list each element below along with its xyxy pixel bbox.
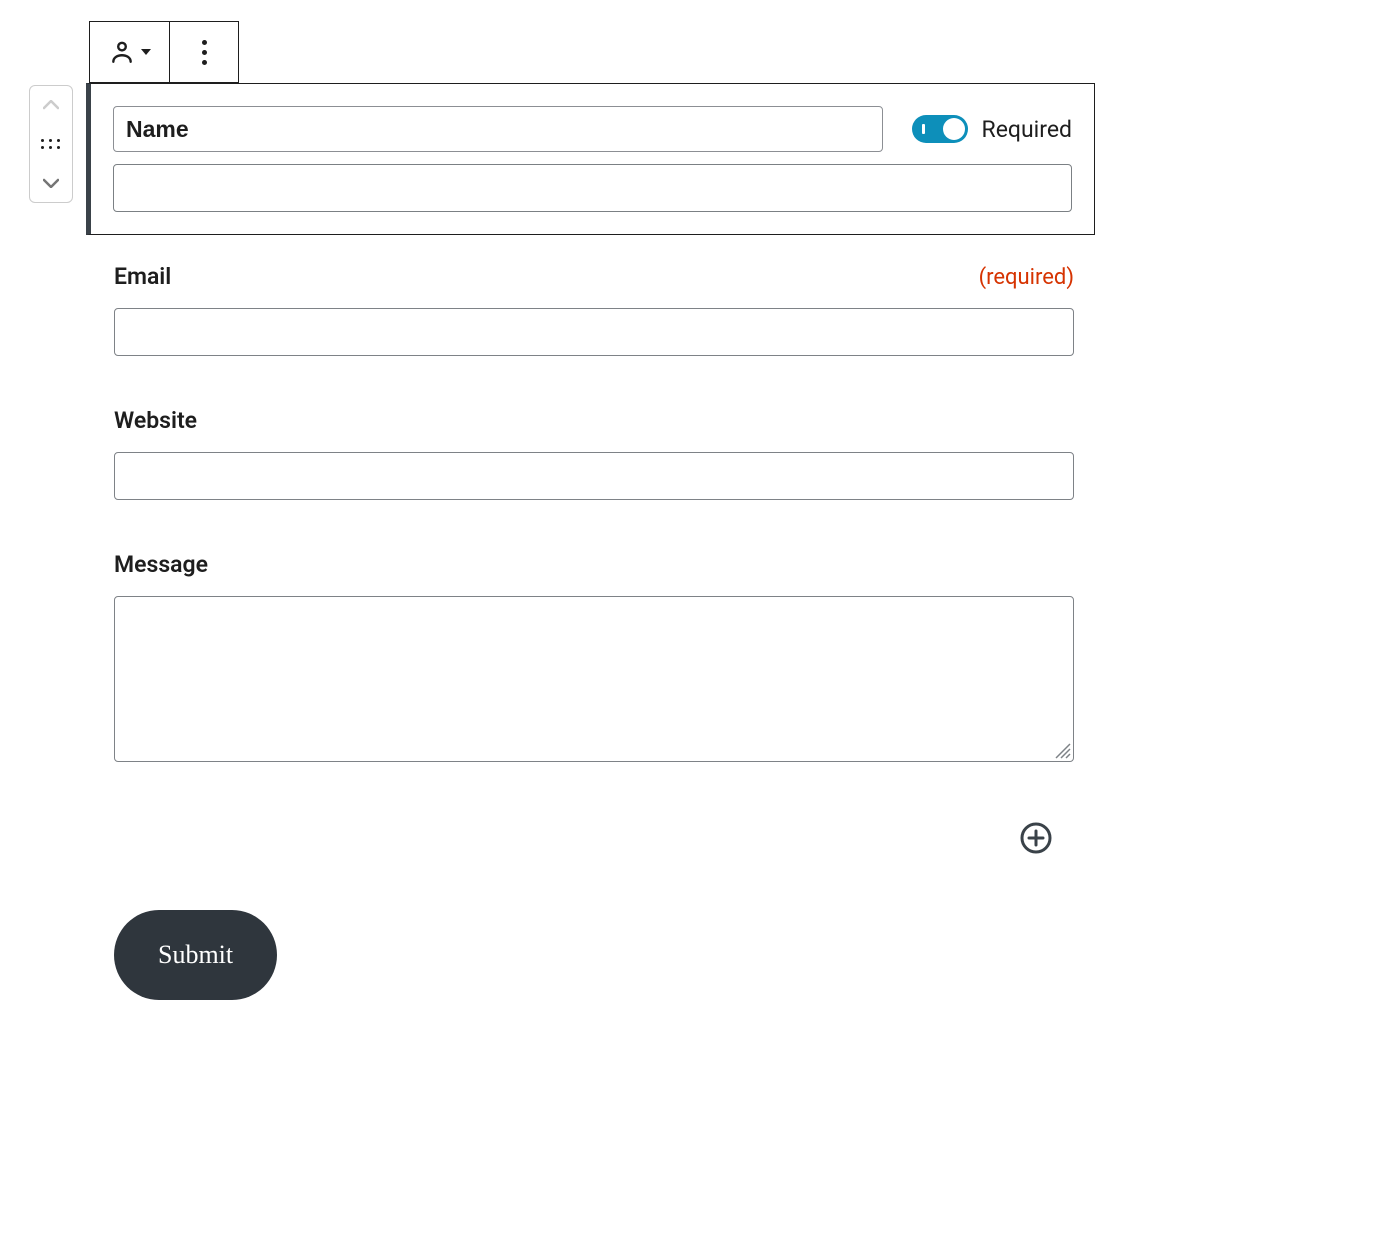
required-toggle-label: Required [982,116,1072,143]
drag-handle[interactable] [30,124,72,164]
email-field-label: Email [114,263,171,290]
plus-circle-icon [1020,822,1052,854]
chevron-up-icon [43,100,59,110]
submit-button[interactable]: Submit [114,910,277,1000]
email-field-block[interactable]: Email (required) [114,263,1074,356]
selected-field-block[interactable]: Required [86,83,1095,235]
more-options-button[interactable] [170,22,238,82]
add-block-button[interactable] [1020,822,1052,854]
email-field-input[interactable] [114,308,1074,356]
field-label-input[interactable] [113,106,883,152]
name-field-input[interactable] [113,164,1072,212]
move-down-button[interactable] [30,164,72,202]
website-label-row: Website [114,407,1074,434]
email-required-tag: (required) [979,265,1074,290]
block-movers [29,85,73,203]
email-label-row: Email (required) [114,263,1074,290]
message-label-row: Message [114,551,1074,578]
person-icon [109,39,135,65]
required-toggle-wrap: Required [912,115,1072,143]
message-field-label: Message [114,551,208,578]
website-field-label: Website [114,407,197,434]
drag-handle-icon [41,139,61,150]
dropdown-caret-icon [141,49,151,56]
message-field-textarea[interactable] [114,596,1074,762]
resize-grip-icon [1053,741,1071,759]
move-up-button[interactable] [30,86,72,124]
website-field-block[interactable]: Website [114,407,1074,500]
message-field-block[interactable]: Message [114,551,1074,762]
block-type-button[interactable] [90,22,170,82]
block-toolbar [89,21,239,83]
required-toggle[interactable] [912,115,968,143]
website-field-input[interactable] [114,452,1074,500]
more-vertical-icon [202,40,207,65]
field-label-row: Required [113,106,1072,152]
chevron-down-icon [43,178,59,188]
